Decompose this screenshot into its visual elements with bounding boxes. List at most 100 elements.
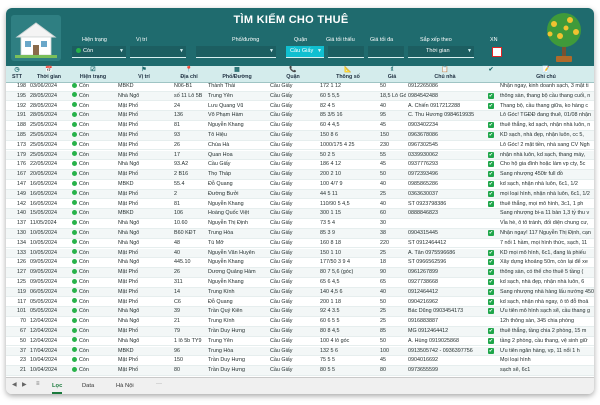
cell-quan[interactable]: Cầu Giấy — [270, 200, 316, 209]
cell-chu-nha[interactable]: ST 0923798386 — [408, 200, 484, 209]
cell-thong-so[interactable]: 60 4 4,5 — [320, 121, 376, 130]
col-header-thong-so[interactable]: 📐 Thông số — [318, 66, 378, 82]
cell-thong-so[interactable]: 75 5 5 — [320, 356, 376, 365]
cell-quan[interactable]: Cầu Giấy — [270, 160, 316, 169]
col-header-chu-nha[interactable]: 📋 Chủ nhà — [406, 66, 484, 82]
cell-hien-trang[interactable]: Còn — [72, 258, 116, 267]
cell-thong-so[interactable]: 85 3/5 16 — [320, 111, 376, 120]
cell-pho-duong[interactable]: Nguyễn Khang — [208, 258, 266, 267]
cell-pho-duong[interactable]: Nguyễn Khang — [208, 121, 266, 130]
cell-dia-chi[interactable]: 55.4 — [174, 180, 206, 189]
cell-dia-chi[interactable]: 26 — [174, 141, 206, 150]
cell-thong-so[interactable]: 44 5 11 — [320, 190, 376, 199]
table-row[interactable]: 50 12/04/2024 Còn Nhà Ngõ 1 lô 5b TY9 Trung Y… — [6, 337, 594, 347]
cell-pho-duong[interactable]: Nguyễn Khang — [208, 200, 266, 209]
table-row[interactable]: 127 09/05/2024 Còn Mặt Phố 26 Dương Quảng Hàm… — [6, 268, 594, 278]
cell-dia-chi[interactable]: 40 — [174, 249, 206, 258]
cell-hien-trang[interactable]: Còn — [72, 92, 116, 101]
cell-stt[interactable]: 185 — [8, 131, 26, 140]
cell-quan[interactable]: Cầu Giấy — [270, 317, 316, 326]
cell-thoi-gian[interactable]: 10/04/2024 — [30, 366, 70, 375]
cell-pho-duong[interactable]: Chùa Hà — [208, 141, 266, 150]
cell-pho-duong[interactable]: Trần Duy Hưng — [208, 356, 266, 365]
cell-dia-chi[interactable]: 106 — [174, 209, 206, 218]
cell-ghi-chu[interactable]: Xây dựng khoảng 50m, còn lại để xe — [500, 258, 594, 267]
confirmed-check-icon[interactable]: ✔ — [488, 288, 494, 295]
cell-xn[interactable]: ✔ — [486, 190, 496, 199]
cell-xn[interactable]: ✔ — [486, 298, 496, 307]
cell-gia[interactable]: 25 — [380, 307, 406, 316]
cell-thong-so[interactable]: 1000/175 4 25 — [320, 141, 376, 150]
cell-stt[interactable]: 126 — [8, 258, 26, 267]
cell-chu-nha[interactable]: 0363630037 — [408, 190, 484, 199]
cell-chu-nha[interactable]: 0916883887 — [408, 317, 484, 326]
cell-thong-so[interactable]: 60 6 5 5 — [320, 317, 376, 326]
cell-xn[interactable] — [486, 209, 496, 218]
cell-quan[interactable]: Cầu Giấy — [270, 170, 316, 179]
cell-pho-duong[interactable]: Trần Duy Hưng — [208, 327, 266, 336]
cell-pho-duong[interactable]: Hoàng Quốc Việt — [208, 209, 266, 218]
cell-xn[interactable]: ✔ — [486, 102, 496, 111]
cell-gia[interactable]: 25 — [380, 249, 406, 258]
cell-gia[interactable]: 50 — [380, 337, 406, 346]
cell-ghi-chu[interactable]: Sang nhượng nhà hàng lẩu nướng 450 — [500, 288, 594, 297]
cell-stt[interactable]: 119 — [8, 288, 26, 297]
cell-xn[interactable]: ✔ — [486, 131, 496, 140]
confirmed-check-icon[interactable]: ✔ — [488, 230, 494, 236]
cell-quan[interactable]: Cầu Giấy — [270, 209, 316, 218]
cell-pho-duong[interactable]: Trung Kính — [208, 317, 266, 326]
cell-quan[interactable]: Cầu Giấy — [270, 298, 316, 307]
cell-vi-tri[interactable]: Mặt Phố — [118, 298, 170, 307]
cell-stt[interactable]: 147 — [8, 180, 26, 189]
confirmed-check-icon[interactable]: ✔ — [488, 279, 494, 285]
cell-dia-chi[interactable]: 17 — [174, 151, 206, 160]
cell-xn[interactable] — [486, 219, 496, 228]
cell-chu-nha[interactable]: A. Tân 0975596686 — [408, 249, 484, 258]
cell-ghi-chu[interactable]: Sang nhượng bi-a 11 bàn 1,3 tỷ thu v — [500, 209, 594, 218]
cell-thoi-gian[interactable]: 16/05/2024 — [30, 180, 70, 189]
cell-dia-chi[interactable]: 96 — [174, 347, 206, 356]
cell-pho-duong[interactable]: Trần Duy Hưng — [208, 366, 266, 375]
cell-ghi-chu[interactable]: Nhận ngay, kinh doanh sạch, 3 mặt ti — [500, 82, 594, 91]
confirmed-check-icon[interactable]: ✔ — [488, 259, 494, 266]
cell-quan[interactable]: Cầu Giấy — [270, 239, 316, 248]
confirmed-check-icon[interactable]: ✔ — [488, 122, 494, 129]
table-row[interactable]: 126 09/05/2024 Còn Nhà Ngõ 445.10 Nguyễn Khan… — [6, 258, 594, 268]
cell-xn[interactable] — [486, 239, 496, 248]
cell-gia[interactable]: 38 — [380, 229, 406, 238]
cell-thoi-gian[interactable]: 20/05/2024 — [30, 170, 70, 179]
cell-stt[interactable]: 133 — [8, 249, 26, 258]
cell-vi-tri[interactable]: Mặt Phố — [118, 121, 170, 130]
cell-dia-chi[interactable]: 81 — [174, 121, 206, 130]
cell-vi-tri[interactable]: Mặt Phố — [118, 278, 170, 287]
cell-vi-tri[interactable]: Nhà Ngõ — [118, 258, 170, 267]
cell-ghi-chu[interactable]: Cho hộ gia đình hoặc làm vp cty, 5c — [500, 160, 594, 169]
cell-stt[interactable]: 192 — [8, 102, 26, 111]
cell-hien-trang[interactable]: Còn — [72, 200, 116, 209]
cell-thoi-gian[interactable]: 09/05/2024 — [30, 268, 70, 277]
cell-thoi-gian[interactable]: 25/05/2024 — [30, 151, 70, 160]
confirmed-check-icon[interactable]: ✔ — [488, 181, 494, 187]
cell-stt[interactable]: 130 — [8, 229, 26, 238]
cell-hien-trang[interactable]: Còn — [72, 278, 116, 287]
col-header-gia[interactable]: ₫ Giá — [378, 66, 406, 82]
table-row[interactable]: 137 11/05/2024 Còn Nhà Ngõ 10.60 Nguyễn Thị Đ… — [6, 219, 594, 229]
cell-chu-nha[interactable]: 0904216962 — [408, 298, 484, 307]
cell-hien-trang[interactable]: Còn — [72, 239, 116, 248]
cell-dia-chi[interactable]: N06-B1 — [174, 82, 206, 91]
col-header-pho-duong[interactable]: ▦ Phố/Đường — [206, 66, 268, 82]
cell-pho-duong[interactable]: Quan Hoa — [208, 151, 266, 160]
cell-ghi-chu[interactable]: tầng 2 phòng, cầu thang, vệ sinh giữ — [500, 337, 594, 346]
col-header-stt[interactable]: ◷ STT — [6, 66, 28, 82]
cell-ghi-chu[interactable]: Lô Góc! TGĐĐ đang thuê, 01/08 nhận — [500, 111, 594, 120]
cell-stt[interactable]: 67 — [8, 327, 26, 336]
cell-chu-nha[interactable]: 0913505742 - 0936397756 — [408, 347, 484, 356]
cell-dia-chi[interactable]: 445.10 — [174, 258, 206, 267]
cell-hien-trang[interactable]: Còn — [72, 229, 116, 238]
gia-toi-thieu-input[interactable] — [328, 46, 364, 58]
cell-gia[interactable]: 150 — [380, 131, 406, 140]
confirmed-check-icon[interactable]: ✔ — [488, 190, 494, 197]
cell-thong-so[interactable]: 186 4 12 — [320, 160, 376, 169]
cell-vi-tri[interactable]: Nhà Ngõ — [118, 92, 170, 101]
table-row[interactable]: 149 16/05/2024 Còn Mặt Phố 2 Đường Bưởi Cầu Gi… — [6, 189, 594, 200]
